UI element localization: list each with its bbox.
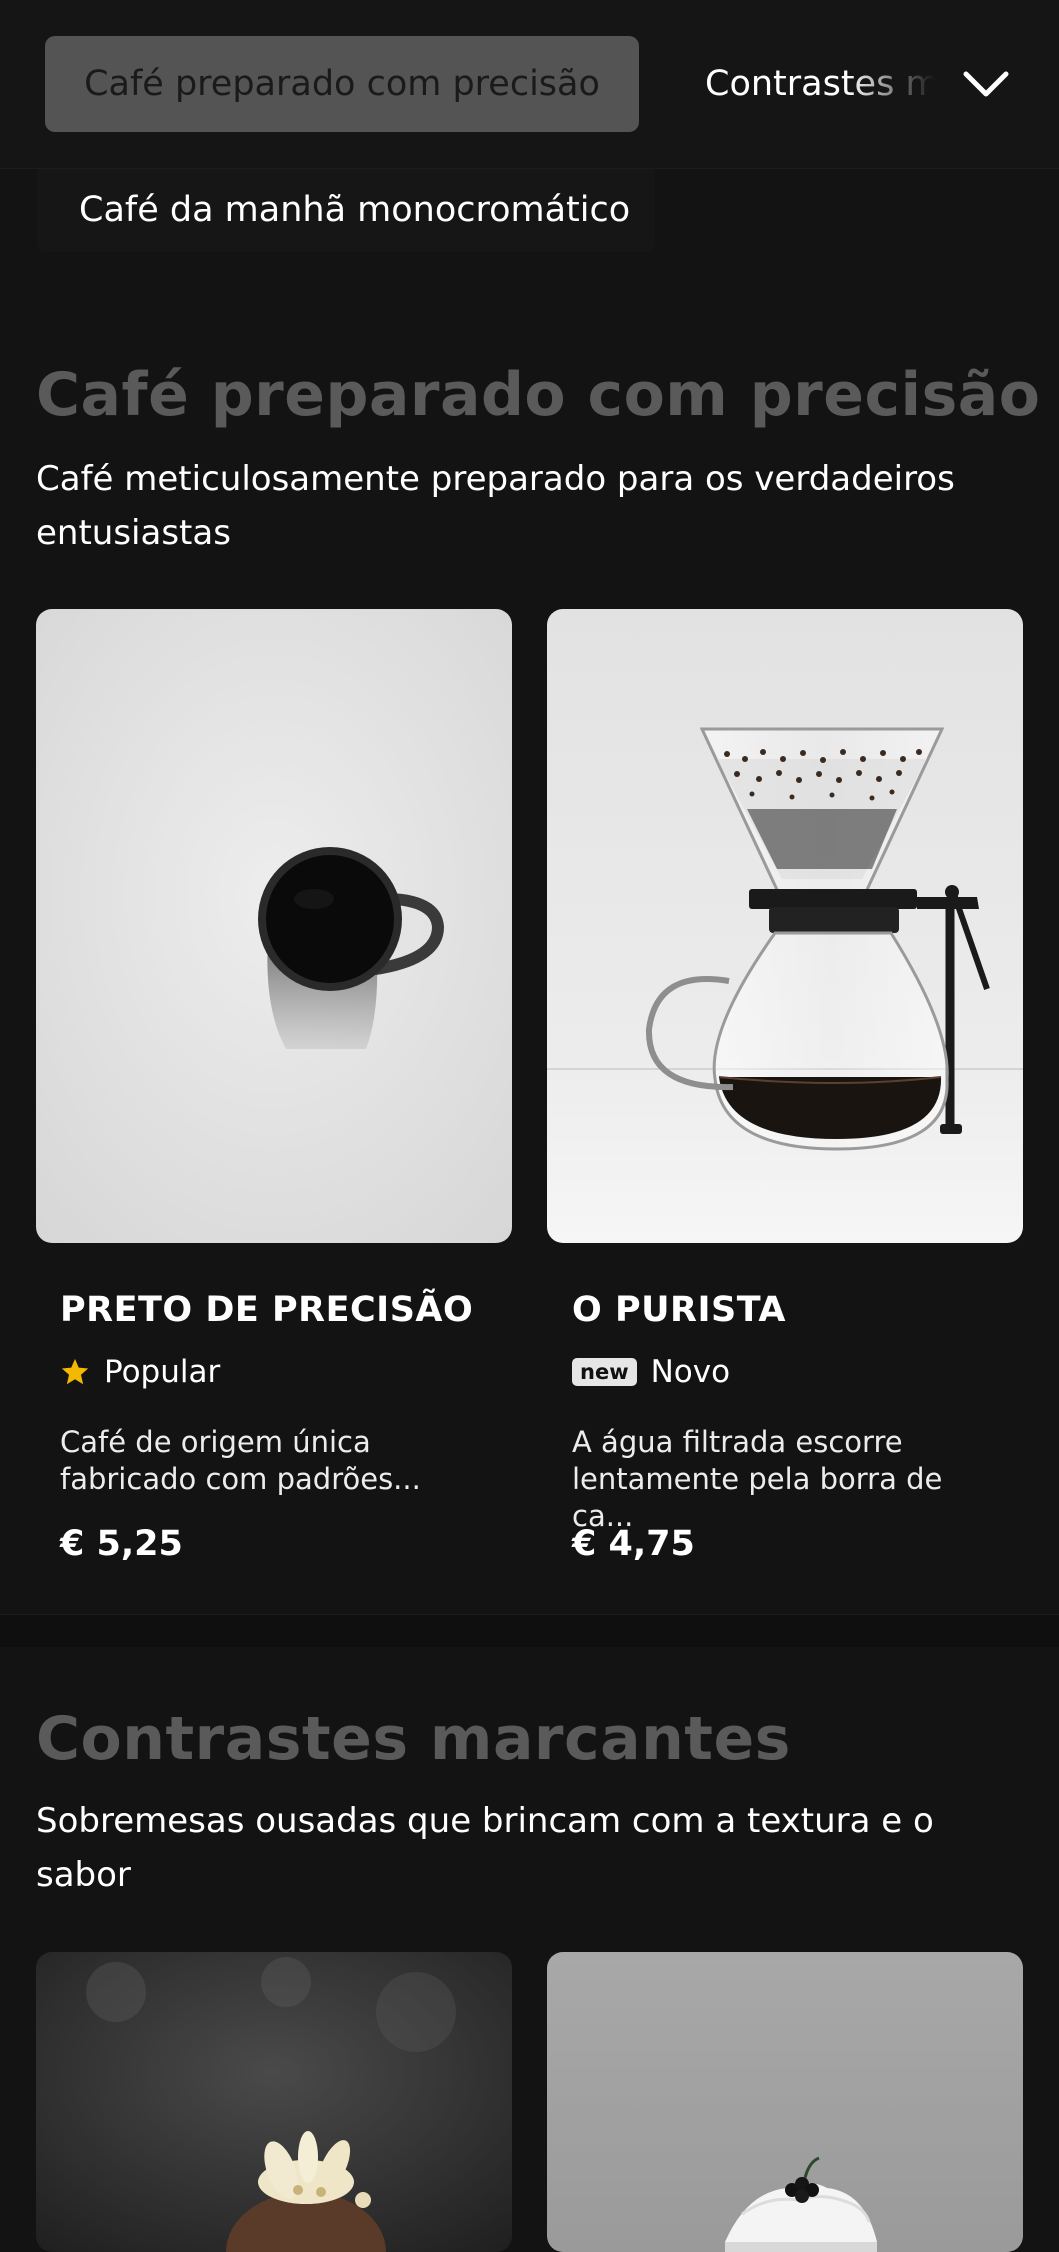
dessert-image: [547, 1952, 1023, 2252]
category-chip-monochrome-breakfast[interactable]: Café da manhã monocromático: [37, 168, 655, 252]
section-title: Contrastes marcantes: [36, 1704, 791, 1774]
product-description: A água filtrada escorre lentamente pela …: [572, 1424, 992, 1535]
product-badge: Popular: [60, 1354, 220, 1390]
chevron-down-icon[interactable]: [960, 60, 1012, 108]
category-nav: Café preparado com precisão Contrastes m…: [0, 0, 1059, 169]
dessert-image: [36, 1952, 512, 2252]
category-nav-row-2: Café da manhã monocromático: [0, 168, 1059, 268]
description-line: Café de origem única: [60, 1425, 371, 1459]
description-line: A água filtrada escorre: [572, 1425, 903, 1459]
section-title: Café preparado com precisão: [36, 360, 1041, 430]
product-name: O PURISTA: [572, 1290, 786, 1330]
product-name: PRETO DE PRECISÃO: [60, 1290, 474, 1330]
product-price: € 4,75: [572, 1524, 695, 1564]
description-line: fabricado com padrões...: [60, 1462, 421, 1496]
badge-label: Popular: [104, 1354, 221, 1390]
product-description: Café de origem única fabricado com padrõ…: [60, 1424, 480, 1498]
new-tag-icon: new: [572, 1358, 637, 1386]
product-image-cream-dessert[interactable]: [547, 1952, 1023, 2252]
star-icon: [61, 1358, 89, 1385]
category-chip-precision-coffee[interactable]: Café preparado com precisão: [45, 36, 639, 132]
category-chip-bold-contrasts[interactable]: Contrastes marcantes: [705, 36, 935, 132]
product-image-chocolate-dessert[interactable]: [36, 1952, 512, 2252]
pour-over-coffee-image: [547, 609, 1023, 1243]
coffee-mug-image: [36, 609, 512, 1243]
badge-label: Novo: [650, 1354, 731, 1390]
section-subtitle: Café meticulosamente preparado para os v…: [36, 459, 955, 553]
product-image-black-mug[interactable]: [36, 609, 512, 1243]
product-image-pour-over[interactable]: [547, 609, 1023, 1243]
product-badge: new Novo: [572, 1354, 730, 1390]
description-line: lentamente pela borra de ca...: [572, 1462, 943, 1533]
product-price: € 5,25: [60, 1524, 183, 1564]
section-subtitle: Sobremesas ousadas que brincam com a tex…: [36, 1801, 934, 1895]
section-divider: [0, 1614, 1059, 1647]
